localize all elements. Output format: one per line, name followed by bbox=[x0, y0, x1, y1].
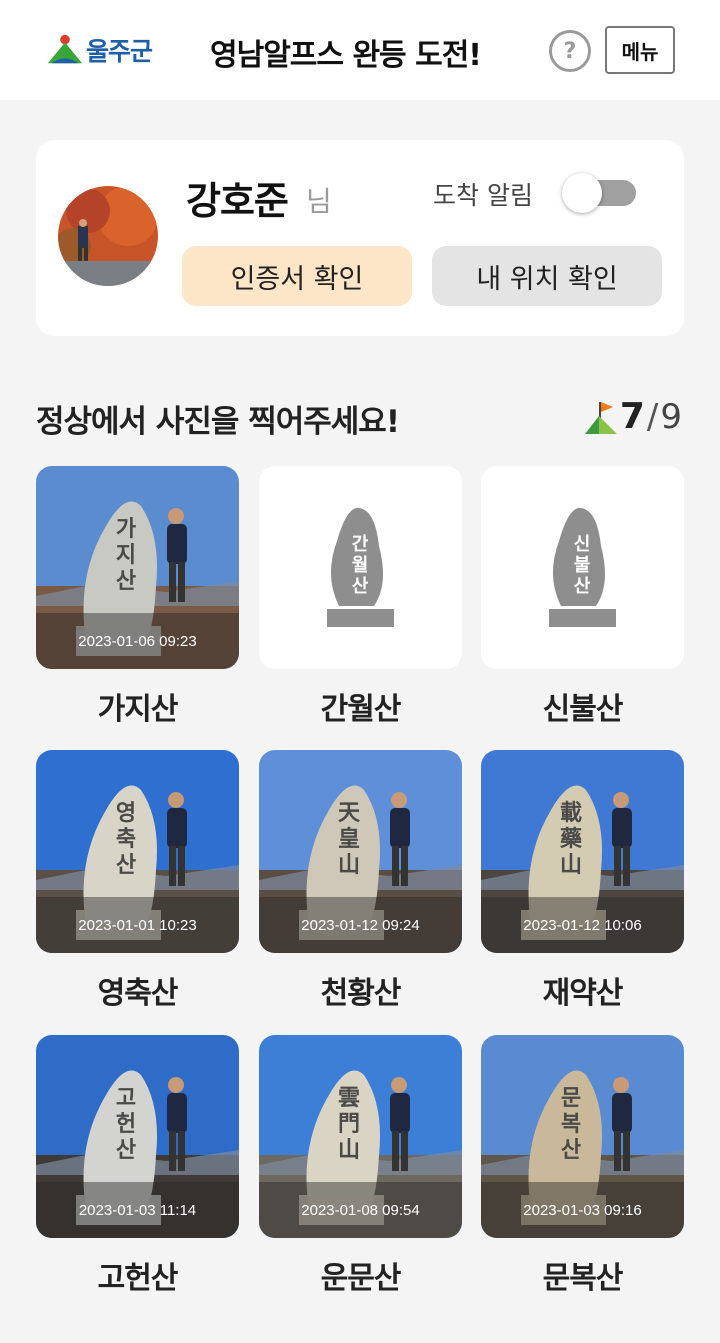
mountain-tile[interactable]: 간월산 bbox=[259, 466, 462, 669]
summit-flag-icon bbox=[584, 401, 617, 434]
honorific: 님 bbox=[306, 185, 332, 218]
photo-timestamp: 2023-01-03 11:14 bbox=[78, 1201, 197, 1219]
mountain-name: 문복산 bbox=[542, 1261, 624, 1296]
photo-timestamp-bar: 2023-01-08 09:54 bbox=[259, 1182, 462, 1238]
ulju-logo[interactable]: 울주군 bbox=[46, 30, 153, 70]
my-location-button[interactable]: 내 위치 확인 bbox=[432, 246, 662, 306]
summit-stone-inscription: 雲門山 bbox=[337, 1085, 360, 1163]
mountain-name: 신불산 bbox=[542, 692, 624, 727]
avatar bbox=[58, 186, 158, 286]
progress-separator: / bbox=[646, 396, 659, 437]
photo-timestamp: 2023-01-06 09:23 bbox=[78, 632, 197, 650]
mountain-name: 천황산 bbox=[320, 976, 402, 1011]
photo-timestamp: 2023-01-08 09:54 bbox=[301, 1201, 420, 1219]
mountain-tile[interactable]: 문복산 2023-01-03 09:16 bbox=[481, 1035, 684, 1238]
mountain-tile[interactable]: 雲門山 2023-01-08 09:54 bbox=[259, 1035, 462, 1238]
page-title: 영남알프스 완등 도전! bbox=[210, 38, 482, 73]
mountain-name: 가지산 bbox=[97, 692, 179, 727]
summit-stone-inscription: 載藥山 bbox=[559, 800, 582, 878]
photo-timestamp: 2023-01-01 10:23 bbox=[78, 916, 197, 934]
certificate-button[interactable]: 인증서 확인 bbox=[182, 246, 412, 306]
app-header: 울주군 영남알프스 완등 도전! ? 메뉴 bbox=[0, 0, 720, 100]
toggle-knob bbox=[562, 173, 602, 213]
mountain-tile[interactable]: 신불산 bbox=[481, 466, 684, 669]
mountain-name: 재약산 bbox=[542, 976, 624, 1011]
user-name: 강호준 bbox=[186, 179, 289, 223]
summit-stone-inscription: 고헌산 bbox=[115, 1085, 137, 1163]
logo-text: 울주군 bbox=[86, 37, 153, 66]
mountain-tile[interactable]: 天皇山 2023-01-12 09:24 bbox=[259, 750, 462, 953]
photo-timestamp-bar: 2023-01-12 10:06 bbox=[481, 897, 684, 953]
arrival-alert-label: 도착 알림 bbox=[433, 181, 533, 210]
progress-counter: 7 / 9 bbox=[584, 396, 682, 437]
profile-card: 강호준 님 도착 알림 인증서 확인 내 위치 확인 bbox=[36, 140, 684, 336]
mountain-name: 간월산 bbox=[320, 692, 402, 727]
ulju-logo-icon bbox=[47, 34, 83, 64]
total-count: 9 bbox=[660, 396, 682, 437]
menu-button[interactable]: 메뉴 bbox=[605, 26, 675, 74]
photo-timestamp: 2023-01-12 09:24 bbox=[301, 916, 420, 934]
photo-timestamp: 2023-01-12 10:06 bbox=[523, 916, 642, 934]
summit-stone-inscription: 문복산 bbox=[560, 1085, 582, 1163]
mountain-tile[interactable]: 載藥山 2023-01-12 10:06 bbox=[481, 750, 684, 953]
mountain-tile[interactable]: 영축산 2023-01-01 10:23 bbox=[36, 750, 239, 953]
completed-count: 7 bbox=[619, 396, 645, 437]
mountain-name: 고헌산 bbox=[97, 1261, 179, 1296]
photo-timestamp: 2023-01-03 09:16 bbox=[523, 1201, 642, 1219]
mountain-tile[interactable]: 가지산 2023-01-06 09:23 bbox=[36, 466, 239, 669]
placeholder-stone-label: 신불산 bbox=[573, 534, 591, 597]
mountain-tile[interactable]: 고헌산 2023-01-03 11:14 bbox=[36, 1035, 239, 1238]
photo-timestamp-bar: 2023-01-03 11:14 bbox=[36, 1182, 239, 1238]
summit-stone-inscription: 가지산 bbox=[115, 516, 137, 594]
photo-timestamp-bar: 2023-01-06 09:23 bbox=[36, 613, 239, 669]
help-button[interactable]: ? bbox=[549, 30, 591, 72]
photo-timestamp-bar: 2023-01-12 09:24 bbox=[259, 897, 462, 953]
photo-timestamp-bar: 2023-01-03 09:16 bbox=[481, 1182, 684, 1238]
mountain-name: 운문산 bbox=[320, 1261, 402, 1296]
arrival-alert-toggle[interactable] bbox=[562, 173, 636, 213]
photo-timestamp-bar: 2023-01-01 10:23 bbox=[36, 897, 239, 953]
summit-stone-inscription: 天皇山 bbox=[337, 800, 360, 878]
section-title: 정상에서 사진을 찍어주세요! bbox=[36, 404, 400, 440]
mountain-name: 영축산 bbox=[97, 976, 179, 1011]
placeholder-stone-label: 간월산 bbox=[351, 534, 369, 597]
summit-stone-inscription: 영축산 bbox=[115, 800, 137, 878]
